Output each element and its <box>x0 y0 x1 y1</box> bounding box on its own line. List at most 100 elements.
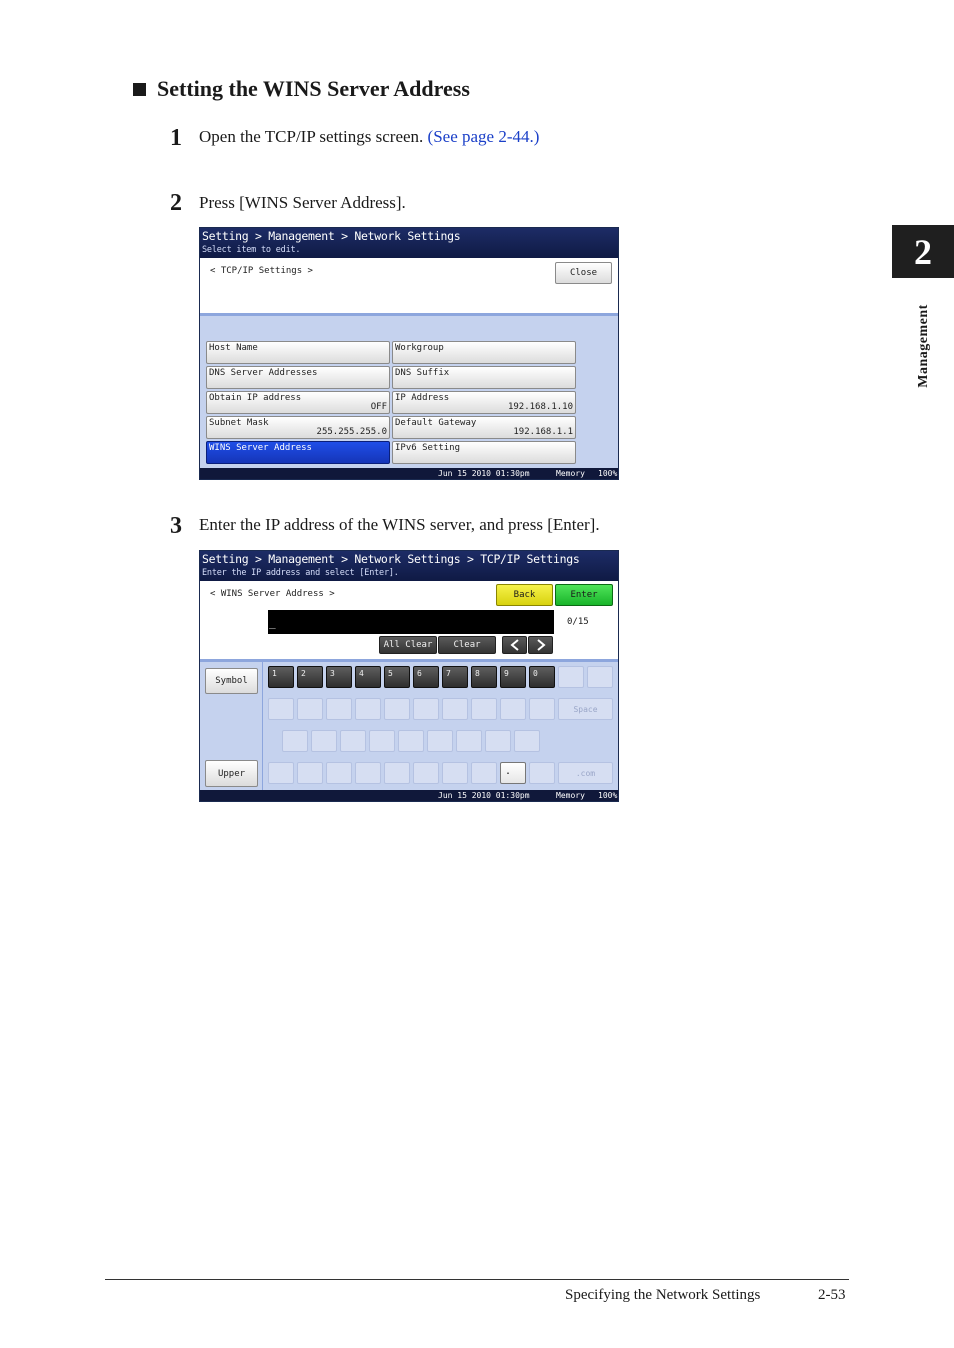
breadcrumb: Setting > Management > Network Settings … <box>202 552 580 566</box>
enter-button[interactable]: Enter <box>555 584 613 606</box>
key-1[interactable]: 1 <box>268 666 294 688</box>
chevron-right-icon <box>536 639 546 651</box>
symbol-button[interactable]: Symbol <box>205 668 258 694</box>
key-7[interactable]: 7 <box>442 666 468 688</box>
disabled-key <box>311 730 337 752</box>
screen-header: Setting > Management > Network Settings … <box>200 228 618 258</box>
key-8[interactable]: 8 <box>471 666 497 688</box>
disabled-key <box>529 762 555 784</box>
back-button[interactable]: Back <box>496 584 553 606</box>
disabled-key <box>471 762 497 784</box>
screen-top-area: < WINS Server Address > Back Enter _ 0/1… <box>202 581 616 659</box>
key-label: 7 <box>446 669 451 678</box>
host-name-button[interactable]: Host Name <box>206 341 390 364</box>
key-label: 8 <box>475 669 480 678</box>
disabled-key <box>355 762 381 784</box>
see-page-link[interactable]: (See page 2-44.) <box>428 127 540 146</box>
key-label: 3 <box>330 669 335 678</box>
key-4[interactable]: 4 <box>355 666 381 688</box>
button-label: Obtain IP address <box>209 393 302 403</box>
button-label: Subnet Mask <box>209 418 269 428</box>
button-label: DNS Suffix <box>395 368 450 378</box>
dns-suffix-button[interactable]: DNS Suffix <box>392 366 576 389</box>
disabled-key <box>297 698 323 720</box>
disabled-key <box>355 698 381 720</box>
key-9[interactable]: 9 <box>500 666 526 688</box>
close-button[interactable]: Close <box>555 262 612 284</box>
button-label: Default Gateway <box>395 418 477 428</box>
disabled-key <box>500 698 526 720</box>
upper-button[interactable]: Upper <box>205 760 258 787</box>
disabled-key <box>384 762 410 784</box>
disabled-key <box>427 730 453 752</box>
key-label: 1 <box>272 669 277 678</box>
chapter-side-label: Management <box>916 304 931 388</box>
breadcrumb: Setting > Management > Network Settings <box>202 229 461 243</box>
workgroup-button[interactable]: Workgroup <box>392 341 576 364</box>
button-label: DNS Server Addresses <box>209 368 318 378</box>
disabled-key <box>558 666 584 688</box>
keyboard-divider <box>262 662 263 790</box>
button-value: 192.168.1.10 <box>507 402 573 412</box>
clear-button[interactable]: Clear <box>438 636 496 654</box>
status-memory-value: 100% <box>598 469 618 478</box>
disabled-key <box>471 698 497 720</box>
section-heading: Setting the WINS Server Address <box>133 76 470 102</box>
key-0[interactable]: 0 <box>529 666 555 688</box>
chapter-tab: 2 <box>892 225 954 278</box>
subnet-mask-button[interactable]: Subnet Mask 255.255.255.0 <box>206 416 390 439</box>
disabled-key <box>413 762 439 784</box>
button-label: IP Address <box>395 393 450 403</box>
disabled-key <box>340 730 366 752</box>
step-2-text: Press [WINS Server Address]. <box>199 193 406 212</box>
screen-hint: Select item to edit. <box>202 245 301 255</box>
ip-address-input[interactable]: _ <box>268 610 554 634</box>
key-5[interactable]: 5 <box>384 666 410 688</box>
step-1-number: 1 <box>170 125 182 151</box>
screen-header: Setting > Management > Network Settings … <box>200 551 618 581</box>
disabled-key <box>384 698 410 720</box>
button-value: 192.168.1.1 <box>513 427 573 437</box>
key-3[interactable]: 3 <box>326 666 352 688</box>
disabled-key <box>326 698 352 720</box>
key-label: 0 <box>533 669 538 678</box>
disabled-key <box>442 698 468 720</box>
footer-section-title: Specifying the Network Settings <box>565 1287 761 1303</box>
wins-address-entry-screen: Setting > Management > Network Settings … <box>199 550 619 802</box>
button-value: 255.255.255.0 <box>316 427 387 437</box>
key-label: 6 <box>417 669 422 678</box>
dotcom-key: .com <box>558 762 613 784</box>
cursor-right-button[interactable] <box>528 636 553 654</box>
chevron-left-icon <box>509 639 519 651</box>
disabled-key <box>326 762 352 784</box>
disabled-key <box>514 730 540 752</box>
obtain-ip-address-button[interactable]: Obtain IP address OFF <box>206 391 390 414</box>
step-3-text: Enter the IP address of the WINS server,… <box>199 515 600 534</box>
disabled-key <box>456 730 482 752</box>
key-6[interactable]: 6 <box>413 666 439 688</box>
disabled-key <box>268 762 294 784</box>
dot-key[interactable]: . <box>500 762 526 784</box>
cursor-left-button[interactable] <box>502 636 527 654</box>
keyboard-area: Symbol Upper 1 2 3 4 5 6 7 8 9 0 Space .… <box>200 659 618 790</box>
disabled-key <box>398 730 424 752</box>
section-title: < WINS Server Address > <box>210 589 335 599</box>
settings-button-area: Host Name Workgroup DNS Server Addresses… <box>200 313 618 468</box>
ipv6-setting-button[interactable]: IPv6 Setting <box>392 441 576 464</box>
dns-server-addresses-button[interactable]: DNS Server Addresses <box>206 366 390 389</box>
screen-top-area: < TCP/IP Settings > Close <box>202 258 616 313</box>
disabled-key <box>485 730 511 752</box>
default-gateway-button[interactable]: Default Gateway 192.168.1.1 <box>392 416 576 439</box>
step-1-instruction: Open the TCP/IP settings screen. <box>199 127 424 146</box>
key-2[interactable]: 2 <box>297 666 323 688</box>
ip-address-button[interactable]: IP Address 192.168.1.10 <box>392 391 576 414</box>
square-bullet-icon <box>133 82 146 96</box>
disabled-key <box>529 698 555 720</box>
button-label: WINS Server Address <box>209 443 312 453</box>
key-label: Space <box>573 705 598 714</box>
disabled-key <box>268 698 294 720</box>
status-datetime: Jun 15 2010 01:30pm <box>438 469 530 478</box>
all-clear-button[interactable]: All Clear <box>379 636 437 654</box>
wins-server-address-button[interactable]: WINS Server Address <box>206 441 390 464</box>
disabled-key <box>587 666 613 688</box>
